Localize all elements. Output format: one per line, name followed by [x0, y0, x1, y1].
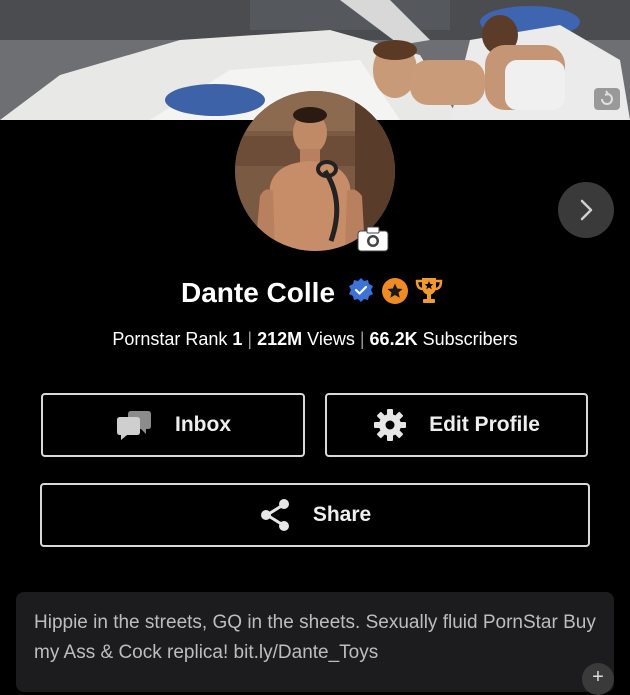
cover-edit-icon[interactable]: [594, 88, 620, 110]
rank-value: 1: [232, 329, 243, 349]
edit-profile-label: Edit Profile: [429, 413, 540, 436]
chat-bubbles-icon: [115, 409, 153, 441]
bio-expand-button[interactable]: +: [582, 663, 614, 695]
profile-bio: Hippie in the streets, GQ in the sheets.…: [16, 592, 614, 692]
gear-icon: [373, 408, 407, 442]
profile-name: Dante Colle: [180, 277, 336, 308]
share-label: Share: [312, 503, 372, 526]
star-badge-icon: [381, 277, 409, 310]
next-profile-button[interactable]: [558, 182, 614, 238]
trophy-icon: [415, 276, 443, 311]
subscribers-label: Subscribers: [422, 329, 518, 349]
profile-stats: Pornstar Rank 1 | 212M Views | 66.2K Subscri…: [0, 329, 630, 350]
stats-separator: |: [247, 329, 253, 349]
inbox-button[interactable]: Inbox: [41, 393, 305, 457]
inbox-label: Inbox: [175, 413, 231, 436]
stats-separator: |: [359, 329, 365, 349]
views-label: Views: [307, 329, 355, 349]
profile-header: Dante Colle: [0, 272, 630, 314]
chevron-right-icon: [580, 199, 593, 221]
rank-label: Pornstar Rank: [112, 329, 228, 349]
views-value: 212M: [257, 329, 303, 349]
camera-icon[interactable]: [357, 226, 389, 252]
share-button[interactable]: Share: [40, 483, 590, 547]
verified-icon: [347, 277, 375, 310]
share-icon: [259, 498, 291, 532]
subscribers-value: 66.2K: [369, 329, 418, 349]
edit-profile-button[interactable]: Edit Profile: [325, 393, 588, 457]
